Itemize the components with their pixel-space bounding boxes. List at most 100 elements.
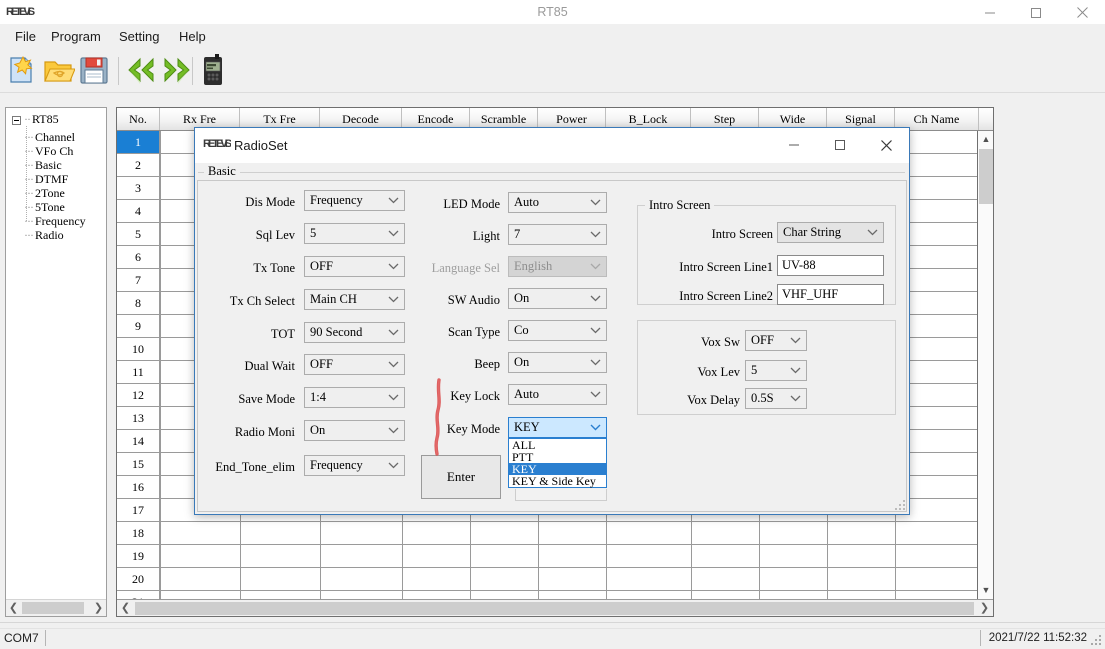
- scroll-up-icon[interactable]: ▲: [978, 131, 994, 148]
- row-number-cell[interactable]: 19: [117, 545, 160, 567]
- chevron-down-icon[interactable]: [788, 361, 802, 380]
- menu-setting[interactable]: Setting: [112, 25, 166, 49]
- radio-device-icon[interactable]: [196, 53, 232, 89]
- chevron-down-icon[interactable]: [588, 225, 602, 244]
- chevron-down-icon[interactable]: [386, 388, 400, 407]
- window-close-button[interactable]: [1059, 0, 1105, 25]
- menu-program[interactable]: Program: [44, 25, 108, 49]
- row-number-cell[interactable]: 6: [117, 246, 160, 268]
- chevron-down-icon[interactable]: [588, 385, 602, 404]
- combo-sw-audio[interactable]: On: [508, 288, 607, 309]
- dialog-maximize-button[interactable]: [817, 128, 863, 162]
- chevron-down-icon[interactable]: [386, 421, 400, 440]
- combo-tx-ch-select[interactable]: Main CH: [304, 289, 405, 310]
- sidebar-item-2tone[interactable]: ···2Tone: [24, 186, 65, 200]
- scroll-right-icon[interactable]: ❯: [976, 600, 993, 616]
- row-number-cell[interactable]: 17: [117, 499, 160, 521]
- open-folder-icon[interactable]: [41, 53, 77, 89]
- row-number-cell[interactable]: 2: [117, 154, 160, 176]
- chevron-down-icon[interactable]: [386, 355, 400, 374]
- sidebar-item-5tone[interactable]: ···5Tone: [24, 200, 65, 214]
- dialog-close-button[interactable]: [863, 128, 909, 162]
- combo-radio-moni[interactable]: On: [304, 420, 405, 441]
- scroll-left-icon[interactable]: ❮: [6, 600, 21, 616]
- table-horizontal-scrollbar[interactable]: ❮ ❯: [117, 599, 993, 616]
- combo-vox-lev[interactable]: 5: [745, 360, 807, 381]
- chevron-down-icon[interactable]: [588, 418, 602, 437]
- combo-vox-sw[interactable]: OFF: [745, 330, 807, 351]
- row-number-cell[interactable]: 15: [117, 453, 160, 475]
- row-number-cell[interactable]: 18: [117, 522, 160, 544]
- table-vertical-scrollbar[interactable]: ▲ ▼: [977, 131, 993, 599]
- chevron-down-icon[interactable]: [386, 191, 400, 210]
- sidebar-item-basic[interactable]: ···Basic: [24, 158, 62, 172]
- tab-basic[interactable]: Basic: [204, 163, 240, 180]
- sidebar-item-frequency[interactable]: ···Frequency: [24, 214, 86, 228]
- row-number-cell[interactable]: 21: [117, 591, 160, 599]
- table-row[interactable]: 20: [117, 568, 977, 591]
- chevron-down-icon[interactable]: [588, 193, 602, 212]
- combo-key-mode[interactable]: KEY: [508, 417, 607, 438]
- menu-file[interactable]: File: [8, 25, 43, 49]
- sidebar-item-channel[interactable]: ···Channel: [24, 130, 75, 144]
- menu-help[interactable]: Help: [172, 25, 213, 49]
- dialog-minimize-button[interactable]: [771, 128, 817, 162]
- row-number-cell[interactable]: 13: [117, 407, 160, 429]
- chevron-down-icon[interactable]: [865, 223, 879, 242]
- scroll-right-icon[interactable]: ❯: [91, 600, 106, 616]
- table-row[interactable]: 18: [117, 522, 977, 545]
- combo-scan-type[interactable]: Co: [508, 320, 607, 341]
- combo-save-mode[interactable]: 1:4: [304, 387, 405, 408]
- chevron-down-icon[interactable]: [588, 257, 602, 276]
- combo-led-mode[interactable]: Auto: [508, 192, 607, 213]
- chevron-down-icon[interactable]: [386, 323, 400, 342]
- new-file-icon[interactable]: [4, 53, 40, 89]
- row-number-cell[interactable]: 7: [117, 269, 160, 291]
- save-floppy-icon[interactable]: [77, 53, 113, 89]
- combo-dis-mode[interactable]: Frequency: [304, 190, 405, 211]
- table-row[interactable]: 19: [117, 545, 977, 568]
- tree-root-node[interactable]: ··RT85: [12, 112, 59, 127]
- sidebar-item-radio[interactable]: ···Radio: [24, 228, 64, 242]
- key-mode-dropdown-list[interactable]: ALLPTTKEYKEY & Side Key: [508, 438, 607, 488]
- combo-key-lock[interactable]: Auto: [508, 384, 607, 405]
- scroll-down-icon[interactable]: ▼: [978, 582, 994, 599]
- combo-beep[interactable]: On: [508, 352, 607, 373]
- combo-light[interactable]: 7: [508, 224, 607, 245]
- scrollbar-thumb[interactable]: [135, 602, 974, 615]
- window-minimize-button[interactable]: [967, 0, 1013, 25]
- input-intro-screen-line2[interactable]: VHF_UHF: [777, 284, 884, 305]
- chevron-down-icon[interactable]: [788, 331, 802, 350]
- row-number-cell[interactable]: 3: [117, 177, 160, 199]
- combo-intro-screen[interactable]: Char String: [777, 222, 884, 243]
- scroll-left-icon[interactable]: ❮: [117, 600, 134, 616]
- row-number-cell[interactable]: 1: [117, 131, 160, 153]
- dialog-resize-grip-icon[interactable]: [895, 500, 906, 511]
- row-number-cell[interactable]: 8: [117, 292, 160, 314]
- combo-tx-tone[interactable]: OFF: [304, 256, 405, 277]
- row-number-cell[interactable]: 9: [117, 315, 160, 337]
- chevron-down-icon[interactable]: [788, 389, 802, 408]
- table-row[interactable]: 21: [117, 591, 977, 599]
- table-column-header-no[interactable]: No.: [117, 108, 160, 130]
- combo-sql-lev[interactable]: 5: [304, 223, 405, 244]
- tree-horizontal-scrollbar[interactable]: ❮ ❯: [6, 599, 106, 616]
- combo-end-tone-elim[interactable]: Frequency: [304, 455, 405, 476]
- combo-tot[interactable]: 90 Second: [304, 322, 405, 343]
- row-number-cell[interactable]: 12: [117, 384, 160, 406]
- combo-dual-wait[interactable]: OFF: [304, 354, 405, 375]
- write-to-radio-icon[interactable]: [160, 53, 196, 89]
- row-number-cell[interactable]: 10: [117, 338, 160, 360]
- tree-collapse-icon[interactable]: [12, 116, 21, 125]
- window-maximize-button[interactable]: [1013, 0, 1059, 25]
- chevron-down-icon[interactable]: [386, 257, 400, 276]
- row-number-cell[interactable]: 5: [117, 223, 160, 245]
- chevron-down-icon[interactable]: [386, 224, 400, 243]
- input-intro-screen-line1[interactable]: UV-88: [777, 255, 884, 276]
- chevron-down-icon[interactable]: [588, 353, 602, 372]
- sidebar-item-vfo-ch[interactable]: ···VFo Ch: [24, 144, 73, 158]
- enter-button[interactable]: Enter: [421, 455, 501, 499]
- sidebar-item-dtmf[interactable]: ···DTMF: [24, 172, 68, 186]
- row-number-cell[interactable]: 14: [117, 430, 160, 452]
- chevron-down-icon[interactable]: [386, 456, 400, 475]
